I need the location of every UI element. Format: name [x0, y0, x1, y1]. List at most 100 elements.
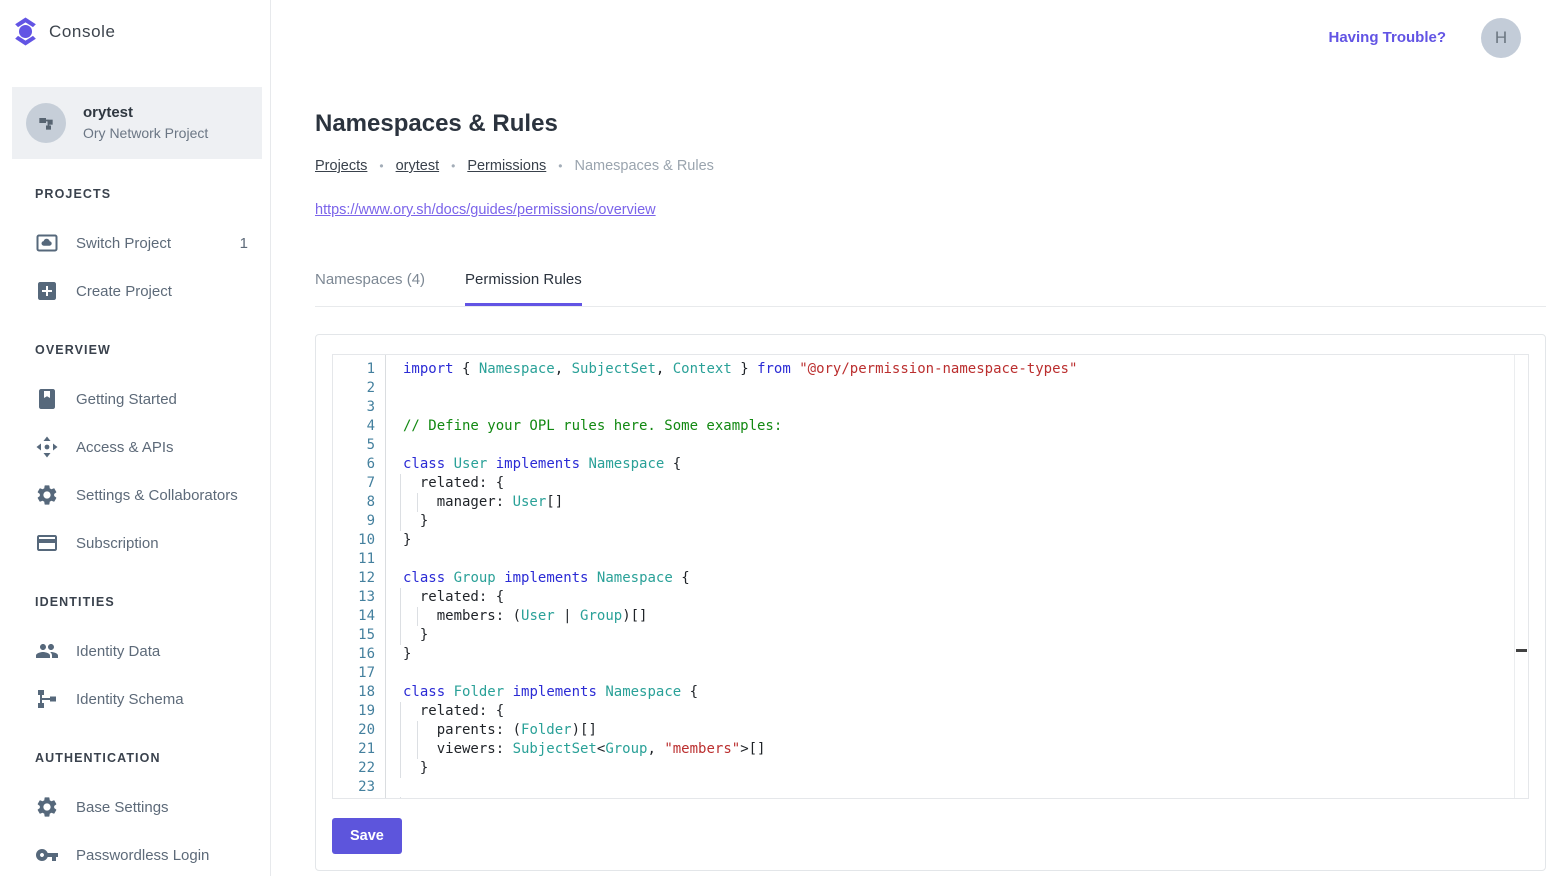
- code-line-text: manager: User[]: [385, 493, 1528, 512]
- code-line[interactable]: 1import { Namespace, SubjectSet, Context…: [333, 360, 1528, 379]
- indent-guide: [400, 474, 401, 493]
- code-line[interactable]: 12class Group implements Namespace {: [333, 569, 1528, 588]
- indent-guide: [417, 607, 418, 626]
- sidebar-item-label: Getting Started: [76, 391, 177, 408]
- page-title: Namespaces & Rules: [315, 112, 1546, 136]
- code-line-text: }: [385, 626, 1528, 645]
- breadcrumb-item[interactable]: Permissions: [467, 158, 546, 174]
- avatar-letter: H: [1495, 28, 1507, 48]
- indent-guide: [417, 740, 418, 759]
- code-line[interactable]: 9 }: [333, 512, 1528, 531]
- opl-code-editor[interactable]: 1import { Namespace, SubjectSet, Context…: [332, 354, 1529, 799]
- breadcrumb-item[interactable]: Projects: [315, 158, 367, 174]
- sidebar-section-label: PROJECTS: [0, 159, 270, 219]
- tab-namespaces-4[interactable]: Namespaces (4): [315, 271, 425, 306]
- code-line-text: viewers: SubjectSet<Group, "members">[]: [385, 740, 1528, 759]
- code-line[interactable]: 17: [333, 664, 1528, 683]
- code-line[interactable]: 16}: [333, 645, 1528, 664]
- sidebar-item-switch-project[interactable]: Switch Project1: [0, 219, 270, 267]
- indent-guide: [400, 721, 401, 740]
- code-line-text: related: {: [385, 474, 1528, 493]
- settings-icon: [35, 483, 59, 507]
- code-line[interactable]: 11: [333, 550, 1528, 569]
- code-line[interactable]: 22 }: [333, 759, 1528, 778]
- code-line-text: class Group implements Namespace {: [385, 569, 1528, 588]
- indent-guide: [400, 607, 401, 626]
- sidebar-item-label: Identity Schema: [76, 691, 184, 708]
- settings-icon: [35, 795, 59, 819]
- sidebar-item-subscription[interactable]: Subscription: [0, 519, 270, 567]
- code-line[interactable]: 19 related: {: [333, 702, 1528, 721]
- identity-data-icon: [35, 639, 59, 663]
- code-line[interactable]: 10}: [333, 531, 1528, 550]
- breadcrumb-item[interactable]: orytest: [396, 158, 440, 174]
- code-line[interactable]: 3: [333, 398, 1528, 417]
- project-card[interactable]: orytest Ory Network Project: [12, 87, 262, 159]
- breadcrumb-separator: •: [558, 159, 562, 173]
- sidebar-item-base-settings[interactable]: Base Settings: [0, 783, 270, 831]
- sidebar-item-identity-data[interactable]: Identity Data: [0, 627, 270, 675]
- code-line[interactable]: 14 members: (User | Group)[]: [333, 607, 1528, 626]
- project-name: orytest: [83, 104, 208, 121]
- sidebar-item-settings-collaborators[interactable]: Settings & Collaborators: [0, 471, 270, 519]
- topbar: Having Trouble? H: [271, 0, 1556, 75]
- code-line[interactable]: 6class User implements Namespace {: [333, 455, 1528, 474]
- logo-row[interactable]: Console: [0, 0, 270, 46]
- key-icon: [35, 843, 59, 867]
- identity-schema-icon: [35, 687, 59, 711]
- code-line[interactable]: 4// Define your OPL rules here. Some exa…: [333, 417, 1528, 436]
- line-number: 22: [333, 759, 385, 778]
- code-line[interactable]: 24 permits = {: [333, 797, 1528, 799]
- code-line[interactable]: 7 related: {: [333, 474, 1528, 493]
- code-line-text: permits = {: [385, 797, 1528, 799]
- sidebar-section-label: IDENTITIES: [0, 567, 270, 627]
- code-line-text: [385, 379, 1528, 398]
- line-number: 7: [333, 474, 385, 493]
- sidebar-item-label: Settings & Collaborators: [76, 487, 238, 504]
- code-line-text: }: [385, 512, 1528, 531]
- sidebar-item-getting-started[interactable]: Getting Started: [0, 375, 270, 423]
- code-line[interactable]: 5: [333, 436, 1528, 455]
- project-avatar: [26, 103, 66, 143]
- code-line[interactable]: 13 related: {: [333, 588, 1528, 607]
- line-number: 20: [333, 721, 385, 740]
- getting-started-icon: [35, 387, 59, 411]
- line-number: 15: [333, 626, 385, 645]
- line-number: 17: [333, 664, 385, 683]
- code-line[interactable]: 8 manager: User[]: [333, 493, 1528, 512]
- code-line[interactable]: 18class Folder implements Namespace {: [333, 683, 1528, 702]
- indent-guide: [400, 702, 401, 721]
- sidebar-item-access-apis[interactable]: Access & APIs: [0, 423, 270, 471]
- sidebar-item-label: Switch Project: [76, 235, 171, 252]
- user-avatar[interactable]: H: [1481, 18, 1521, 58]
- page-content: Namespaces & Rules Projects•orytest•Perm…: [271, 75, 1556, 871]
- tab-permission-rules[interactable]: Permission Rules: [465, 271, 582, 306]
- line-number: 13: [333, 588, 385, 607]
- sidebar-item-identity-schema[interactable]: Identity Schema: [0, 675, 270, 723]
- save-button[interactable]: Save: [332, 818, 402, 854]
- sidebar-item-passwordless-login[interactable]: Passwordless Login: [0, 831, 270, 876]
- having-trouble-link[interactable]: Having Trouble?: [1328, 29, 1446, 46]
- code-line[interactable]: 23: [333, 778, 1528, 797]
- ory-logo-icon: [13, 17, 38, 46]
- line-number: 12: [333, 569, 385, 588]
- line-number: 24: [333, 797, 385, 799]
- code-line-text: // Define your OPL rules here. Some exam…: [385, 417, 1528, 436]
- docs-link[interactable]: https://www.ory.sh/docs/guides/permissio…: [315, 202, 656, 218]
- code-line-text: [385, 550, 1528, 569]
- indent-guide: [417, 493, 418, 512]
- editor-scrollbar[interactable]: [1514, 355, 1528, 798]
- indent-guide: [400, 797, 401, 799]
- sidebar-sections: PROJECTSSwitch Project1Create ProjectOVE…: [0, 159, 270, 876]
- sidebar-item-label: Base Settings: [76, 799, 169, 816]
- sidebar-item-create-project[interactable]: Create Project: [0, 267, 270, 315]
- code-line[interactable]: 20 parents: (Folder)[]: [333, 721, 1528, 740]
- main-area: Having Trouble? H Namespaces & Rules Pro…: [271, 0, 1556, 871]
- code-line[interactable]: 2: [333, 379, 1528, 398]
- sidebar-item-label: Create Project: [76, 283, 172, 300]
- code-line[interactable]: 15 }: [333, 626, 1528, 645]
- code-line[interactable]: 21 viewers: SubjectSet<Group, "members">…: [333, 740, 1528, 759]
- code-line-text: import { Namespace, SubjectSet, Context …: [385, 360, 1528, 379]
- code-line-text: [385, 664, 1528, 683]
- line-number: 23: [333, 778, 385, 797]
